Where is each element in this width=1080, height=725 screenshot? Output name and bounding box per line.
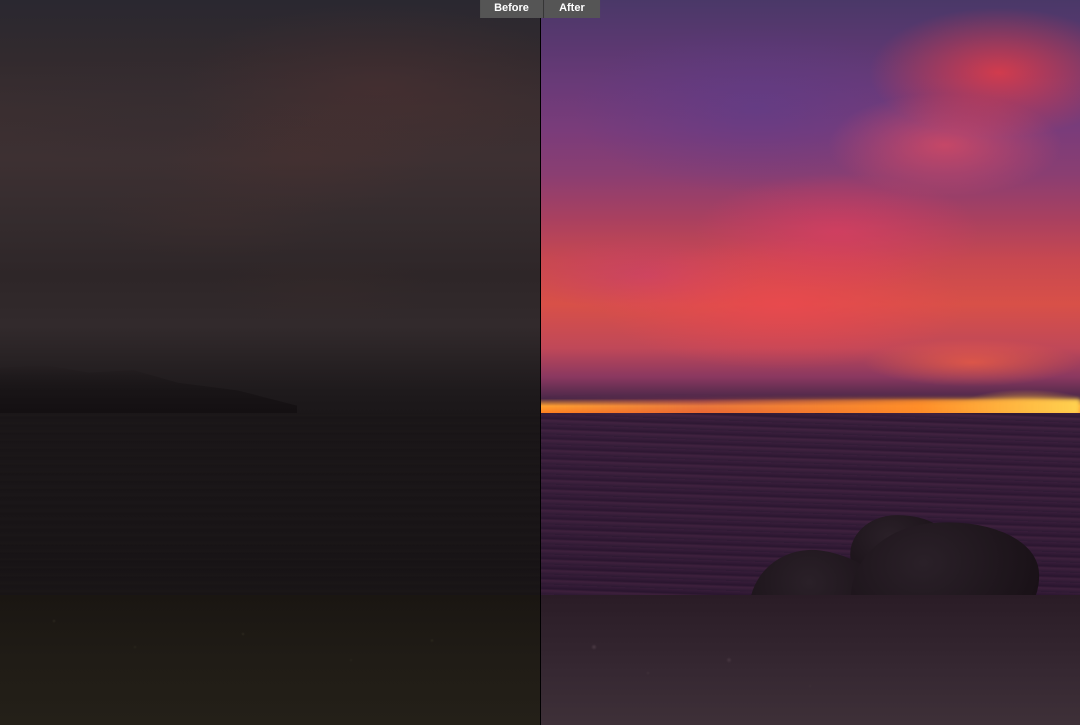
before-label-text: Before — [494, 2, 529, 14]
comparison-divider[interactable] — [540, 0, 541, 725]
after-image-shore — [540, 595, 1080, 725]
before-image-shore — [0, 595, 540, 725]
after-label-tab[interactable]: After — [544, 0, 600, 18]
before-label-tab[interactable]: Before — [480, 0, 544, 18]
after-pane[interactable] — [540, 0, 1080, 725]
after-label-text: After — [559, 2, 585, 14]
before-image-sea — [0, 413, 540, 602]
comparison-labels: Before After — [480, 0, 600, 18]
before-after-comparison — [0, 0, 1080, 725]
before-pane[interactable] — [0, 0, 540, 725]
